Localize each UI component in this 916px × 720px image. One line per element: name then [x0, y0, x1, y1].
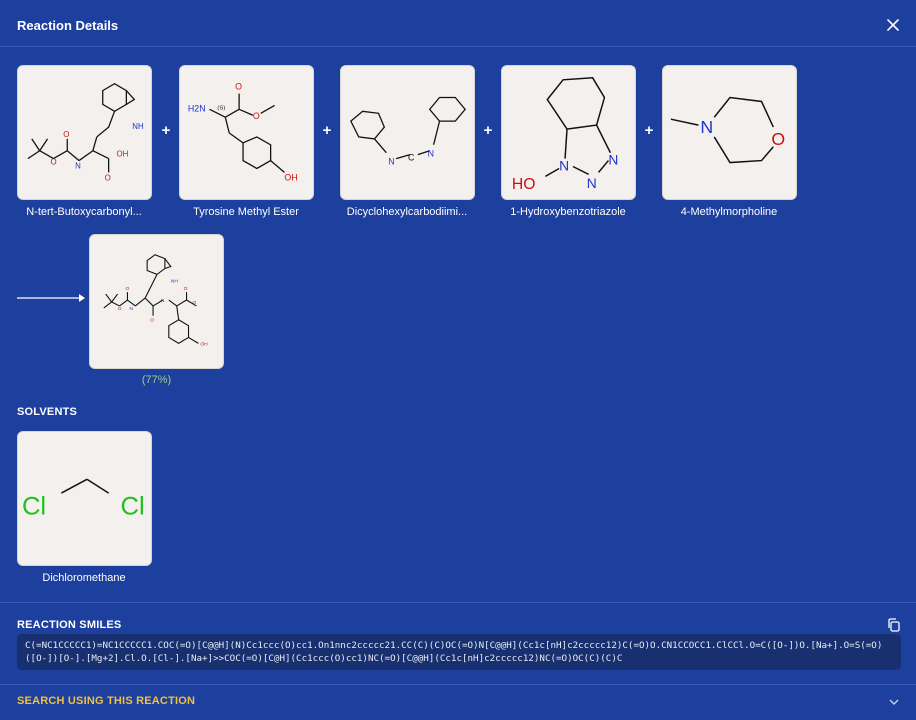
svg-text:O: O	[184, 286, 188, 292]
svg-text:NH: NH	[132, 122, 144, 131]
section-divider	[0, 602, 916, 603]
svg-text:N: N	[161, 298, 165, 304]
solvent-card-dichloromethane[interactable]: Cl Cl	[17, 431, 152, 566]
product-card[interactable]: NH N N O O O O O OH	[89, 234, 224, 369]
svg-text:N: N	[388, 157, 394, 167]
svg-text:O: O	[771, 129, 785, 149]
molecule-structure-hobt: N N N HO	[512, 77, 618, 193]
molecule-structure-4-methylmorpholine: N O	[670, 96, 785, 164]
svg-text:N: N	[587, 176, 597, 191]
chevron-down-icon[interactable]	[888, 697, 900, 707]
reaction-arrow-icon	[17, 294, 85, 302]
svg-text:Cl: Cl	[22, 493, 46, 521]
svg-text:N: N	[559, 158, 569, 173]
svg-text:O: O	[118, 306, 122, 312]
reactant-card-4-methylmorpholine[interactable]: N O	[662, 65, 797, 200]
svg-text:N: N	[608, 153, 618, 168]
svg-text:N: N	[75, 161, 81, 170]
plus-operator: +	[161, 122, 171, 139]
reactant-card-hobt[interactable]: N N N HO	[501, 65, 636, 200]
molecule-structure-tyrosine-methyl-ester: H2N O O OH (S)	[188, 82, 298, 183]
reactant-card-boc-tryptophan[interactable]: NH OH O N O O	[17, 65, 152, 200]
svg-text:(S): (S)	[217, 105, 225, 111]
dialog-title: Reaction Details	[17, 18, 119, 33]
reactant-name: Tyrosine Methyl Ester	[193, 206, 299, 218]
reactant-card-tyrosine-methyl-ester[interactable]: H2N O O OH (S)	[179, 65, 314, 200]
svg-text:N: N	[428, 149, 434, 159]
svg-text:Cl: Cl	[120, 493, 144, 521]
reactant-name: N-tert-Butoxycarbonyl...	[26, 206, 142, 218]
svg-text:NH: NH	[171, 278, 179, 284]
section-divider	[0, 684, 916, 685]
svg-text:OH: OH	[284, 172, 297, 182]
svg-text:H2N: H2N	[188, 103, 206, 113]
svg-text:N: N	[129, 306, 133, 312]
reactant-name: 1-Hydroxybenzotriazole	[510, 206, 626, 218]
plus-operator: +	[483, 122, 493, 139]
svg-text:O: O	[125, 286, 129, 292]
solvents-title: SOLVENTS	[17, 406, 78, 418]
plus-operator: +	[322, 122, 332, 139]
plus-operator: +	[644, 122, 654, 139]
svg-text:O: O	[253, 111, 260, 121]
search-using-reaction-button[interactable]: SEARCH USING THIS REACTION	[17, 695, 195, 707]
svg-text:O: O	[235, 82, 242, 92]
svg-text:O: O	[63, 130, 69, 139]
svg-text:N: N	[700, 117, 713, 137]
reactant-card-dcc[interactable]: N C N	[340, 65, 475, 200]
solvent-name: Dichloromethane	[42, 572, 126, 584]
molecule-structure-product: NH N N O O O O O OH	[103, 254, 208, 347]
svg-text:C: C	[408, 153, 415, 163]
svg-text:HO: HO	[512, 176, 536, 193]
reaction-smiles-value[interactable]: C(=NC1CCCCC1)=NC1CCCCC1.COC(=O)[C@@H](N)…	[17, 634, 901, 670]
svg-text:OH: OH	[200, 341, 208, 347]
svg-text:O: O	[105, 173, 111, 182]
molecule-structure-dcc: N C N	[350, 96, 466, 167]
dialog-header: Reaction Details	[0, 0, 916, 47]
svg-text:OH: OH	[117, 150, 129, 159]
reactant-name: 4-Methylmorpholine	[680, 206, 778, 218]
reactant-name: Dicyclohexylcarbodiimi...	[346, 206, 468, 218]
copy-icon[interactable]	[886, 617, 902, 633]
svg-text:O: O	[192, 300, 196, 306]
svg-text:O: O	[51, 158, 57, 167]
close-icon[interactable]	[883, 15, 903, 35]
molecule-structure-boc-tryptophan: NH OH O N O O	[27, 82, 144, 182]
svg-text:O: O	[150, 318, 154, 324]
product-yield: (77%)	[141, 374, 172, 386]
molecule-structure-dichloromethane: Cl Cl	[22, 478, 145, 521]
reaction-smiles-title: REACTION SMILES	[17, 619, 122, 631]
